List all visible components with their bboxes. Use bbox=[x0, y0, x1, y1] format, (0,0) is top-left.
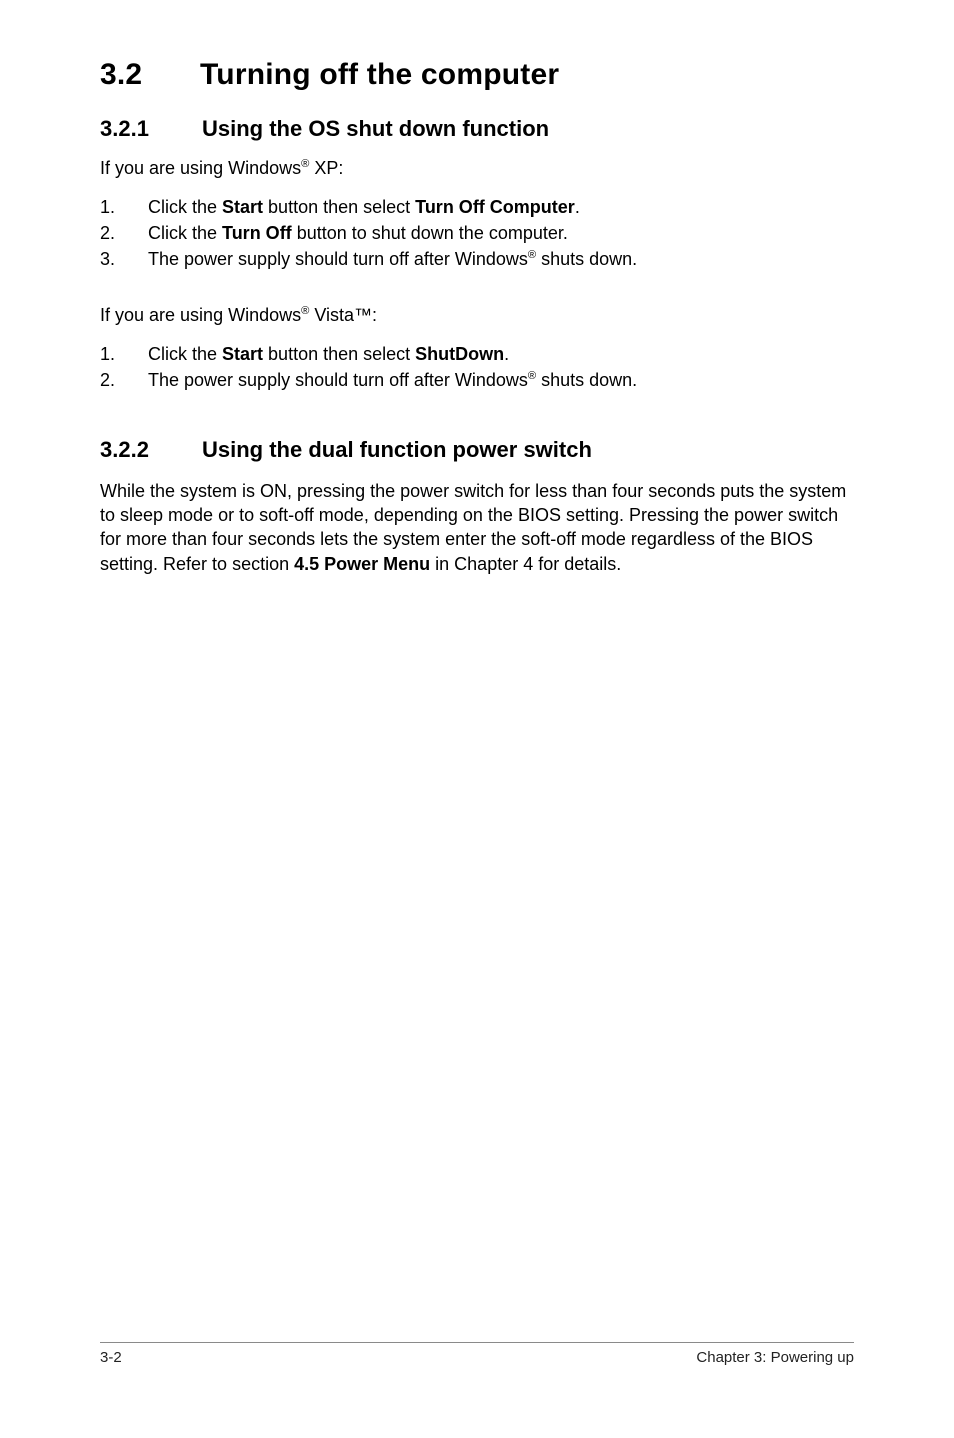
intro-vista-text-post: Vista™: bbox=[309, 305, 377, 325]
text-fragment: button then select bbox=[263, 197, 415, 217]
subsection-title: Using the dual function power switch bbox=[202, 437, 592, 462]
list-item: 1. Click the Start button then select Sh… bbox=[100, 341, 854, 367]
text-fragment: . bbox=[575, 197, 580, 217]
section-heading: 3.2Turning off the computer bbox=[100, 58, 854, 92]
bold-text: Start bbox=[222, 197, 263, 217]
list-item: 1. Click the Start button then select Tu… bbox=[100, 194, 854, 220]
section-322-paragraph: While the system is ON, pressing the pow… bbox=[100, 479, 854, 576]
xp-steps-list: 1. Click the Start button then select Tu… bbox=[100, 194, 854, 272]
footer-divider bbox=[100, 1342, 854, 1343]
text-fragment: The power supply should turn off after W… bbox=[148, 370, 528, 390]
intro-vista: If you are using Windows® Vista™: bbox=[100, 303, 854, 327]
bold-text: Start bbox=[222, 344, 263, 364]
intro-xp: If you are using Windows® XP: bbox=[100, 156, 854, 180]
page-footer: 3-2 Chapter 3: Powering up bbox=[100, 1342, 854, 1366]
intro-vista-text-pre: If you are using Windows bbox=[100, 305, 301, 325]
bold-text: 4.5 Power Menu bbox=[294, 554, 435, 574]
text-fragment: The power supply should turn off after W… bbox=[148, 249, 528, 269]
list-item: 2. Click the Turn Off button to shut dow… bbox=[100, 220, 854, 246]
bold-text: Turn Off bbox=[222, 223, 292, 243]
text-fragment: shuts down. bbox=[536, 249, 637, 269]
section-number: 3.2 bbox=[100, 58, 200, 92]
step-text: The power supply should turn off after W… bbox=[148, 246, 854, 272]
page: 3.2Turning off the computer 3.2.1Using t… bbox=[0, 0, 954, 1438]
bold-text: ShutDown bbox=[415, 344, 504, 364]
registered-symbol: ® bbox=[528, 249, 536, 261]
step-number: 1. bbox=[100, 194, 148, 220]
subsection-322-heading: 3.2.2Using the dual function power switc… bbox=[100, 435, 854, 465]
text-fragment: Click the bbox=[148, 223, 222, 243]
page-number: 3-2 bbox=[100, 1349, 122, 1366]
subsection-number: 3.2.2 bbox=[100, 435, 202, 465]
subsection-321-heading: 3.2.1Using the OS shut down function bbox=[100, 116, 854, 142]
step-number: 1. bbox=[100, 341, 148, 367]
text-fragment: Click the bbox=[148, 197, 222, 217]
subsection-title: Using the OS shut down function bbox=[202, 116, 549, 141]
subsection-number: 3.2.1 bbox=[100, 116, 202, 142]
step-text: Click the Turn Off button to shut down t… bbox=[148, 220, 854, 246]
list-item: 2. The power supply should turn off afte… bbox=[100, 367, 854, 393]
step-number: 2. bbox=[100, 367, 148, 393]
registered-symbol: ® bbox=[528, 370, 536, 382]
step-text: Click the Start button then select ShutD… bbox=[148, 341, 854, 367]
step-number: 2. bbox=[100, 220, 148, 246]
text-fragment: Click the bbox=[148, 344, 222, 364]
chapter-label: Chapter 3: Powering up bbox=[696, 1349, 854, 1366]
bold-text: Turn Off Computer bbox=[415, 197, 575, 217]
list-item: 3. The power supply should turn off afte… bbox=[100, 246, 854, 272]
vista-steps-list: 1. Click the Start button then select Sh… bbox=[100, 341, 854, 393]
intro-xp-text-post: XP: bbox=[309, 158, 343, 178]
section-title: Turning off the computer bbox=[200, 58, 559, 91]
step-text: The power supply should turn off after W… bbox=[148, 367, 854, 393]
text-fragment: . bbox=[504, 344, 509, 364]
text-fragment: in Chapter 4 for details. bbox=[435, 554, 621, 574]
text-fragment: button then select bbox=[263, 344, 415, 364]
intro-xp-text-pre: If you are using Windows bbox=[100, 158, 301, 178]
step-text: Click the Start button then select Turn … bbox=[148, 194, 854, 220]
step-number: 3. bbox=[100, 246, 148, 272]
text-fragment: shuts down. bbox=[536, 370, 637, 390]
text-fragment: button to shut down the computer. bbox=[292, 223, 568, 243]
